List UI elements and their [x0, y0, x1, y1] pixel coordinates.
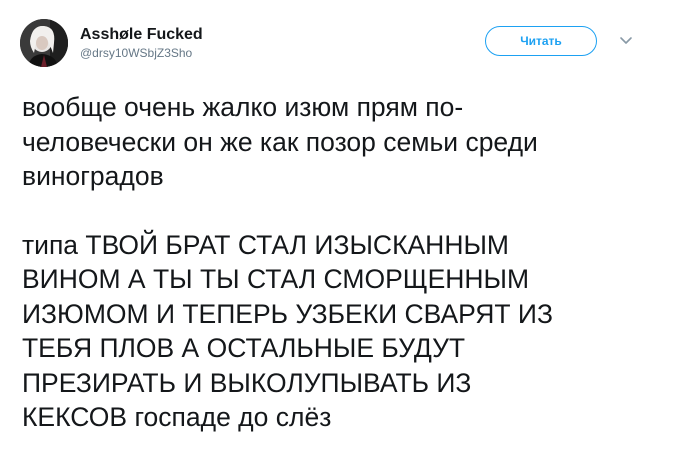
chevron-down-icon[interactable]	[618, 35, 634, 47]
tweet-paragraph: типа ТВОЙ БРАТ СТАЛ ИЗЫСКАННЫМ ВИНОМ А Т…	[22, 229, 553, 433]
user-names[interactable]: Asshøle Fucked @drsy10WSbjZ3Sho	[80, 25, 203, 61]
tweet-header: Asshøle Fucked @drsy10WSbjZ3Sho Читать	[20, 18, 680, 70]
avatar[interactable]	[20, 19, 68, 67]
profile-photo-icon	[20, 19, 68, 67]
display-name[interactable]: Asshøle Fucked	[80, 25, 203, 45]
user-handle[interactable]: @drsy10WSbjZ3Sho	[80, 45, 203, 61]
follow-button[interactable]: Читать	[485, 26, 597, 56]
tweet-paragraph: вообще очень жалко изюм прям по- человеч…	[22, 92, 538, 191]
tweet-card: Asshøle Fucked @drsy10WSbjZ3Sho Читать в…	[0, 0, 700, 452]
tweet-text: вообще очень жалко изюм прям по- человеч…	[22, 90, 682, 435]
